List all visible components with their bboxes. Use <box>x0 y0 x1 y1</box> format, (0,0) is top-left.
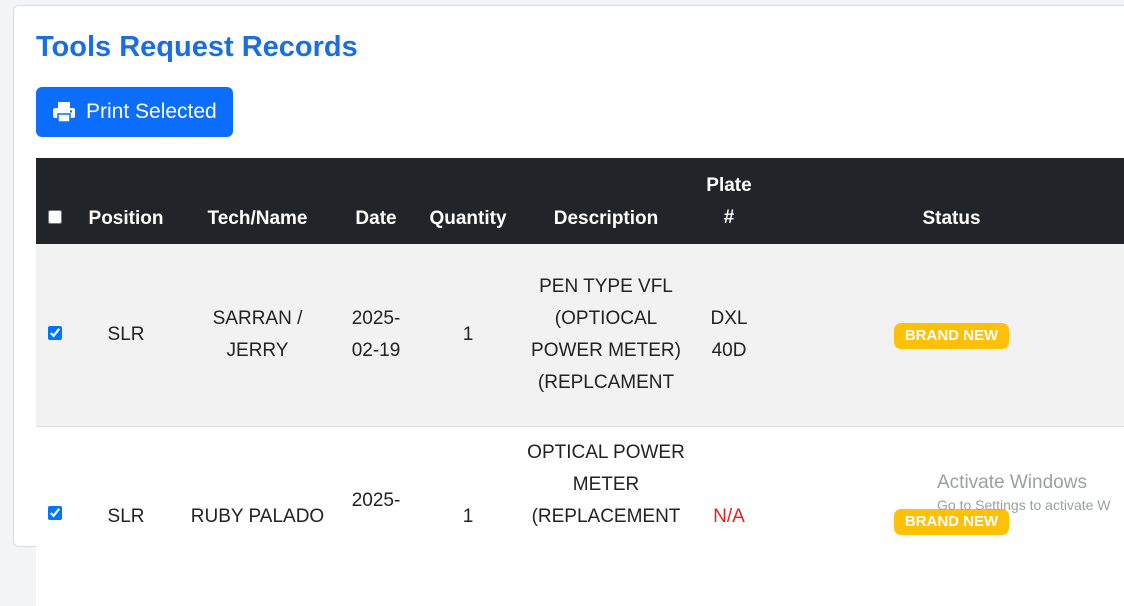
header-plate-line2: # <box>723 207 735 228</box>
printer-icon <box>52 101 76 123</box>
header-quantity: Quantity <box>429 208 507 229</box>
cell-position: SLR <box>107 505 145 527</box>
header-description: Description <box>553 208 659 229</box>
status-badge: BRAND NEW <box>893 322 1010 349</box>
header-date: Date <box>355 208 397 229</box>
cell-quantity: 1 <box>415 244 521 427</box>
header-position: Position <box>88 208 164 229</box>
cell-plate: N/A <box>691 426 767 606</box>
cell-tech-name: SARRAN / JERRY <box>178 244 337 427</box>
watermark-subtitle: Go to Settings to activate W <box>937 497 1111 513</box>
cell-position: SLR <box>74 244 178 427</box>
records-card: Tools Request Records Print Selected Pos… <box>13 5 1124 606</box>
cell-quantity: 1 <box>462 505 474 527</box>
print-selected-button[interactable]: Print Selected <box>36 87 233 137</box>
table-row: SLR SARRAN / JERRY 2025-02-19 1 PEN TYPE… <box>36 244 1124 427</box>
cell-status: BRAND NEW <box>767 426 1124 606</box>
cell-description: PEN TYPE VFL (OPTIOCAL POWER METER) (REP… <box>521 244 691 427</box>
cell-plate: DXL 40D <box>691 244 767 427</box>
header-plate-line1: Plate <box>706 175 752 196</box>
table-row: SLR RUBY PALADO 2025- 1 OPTICAL POWER ME… <box>36 426 1124 606</box>
header-status: Status <box>922 208 981 229</box>
cell-date: 2025-02-19 <box>337 244 415 427</box>
row-checkbox[interactable] <box>48 325 62 340</box>
print-selected-label: Print Selected <box>86 100 217 123</box>
table-header-row: Position Tech/Name Date Quantity Descrip… <box>36 158 1124 244</box>
plate-na: N/A <box>713 505 745 527</box>
watermark-title: Activate Windows <box>937 472 1087 493</box>
row-select-cell <box>36 426 74 606</box>
page-title: Tools Request Records <box>36 31 358 63</box>
select-all-cell <box>36 158 74 244</box>
cell-tech-name: RUBY PALADO <box>190 505 325 527</box>
cell-description: OPTICAL POWER METER (REPLACEMENT <box>527 441 685 527</box>
cell-status: BRAND NEW <box>767 244 1124 427</box>
activate-windows-watermark: Activate Windows Go to Settings to activ… <box>937 472 1111 516</box>
records-table: Position Tech/Name Date Quantity Descrip… <box>36 158 1124 606</box>
row-select-cell <box>36 244 74 427</box>
row-checkbox[interactable] <box>48 505 62 520</box>
cell-date: 2025- <box>351 489 401 511</box>
select-all-checkbox[interactable] <box>48 210 62 224</box>
header-plate: Plate # <box>691 158 767 244</box>
header-tech-name: Tech/Name <box>207 208 308 229</box>
